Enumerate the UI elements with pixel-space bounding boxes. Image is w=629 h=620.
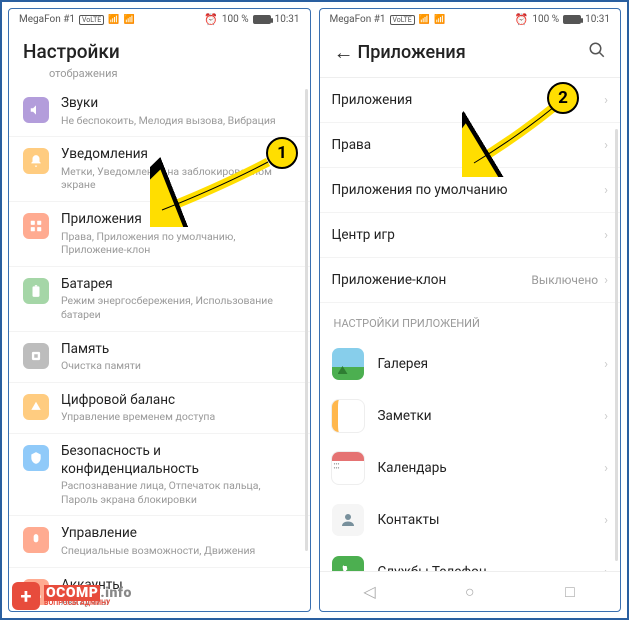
settings-row-balance[interactable]: Цифровой баланс Управление временем дост… (9, 383, 310, 434)
page-header: Настройки (9, 30, 310, 67)
row-subtitle: Режим энергосбережения, Использование ба… (61, 294, 296, 321)
security-icon (23, 445, 49, 471)
balance-icon (23, 394, 49, 420)
page-title: Настройки (23, 40, 296, 63)
sounds-icon (23, 97, 49, 123)
chevron-icon: › (604, 409, 608, 424)
bell-icon (23, 148, 49, 174)
signal-icon: 📶 (419, 15, 430, 25)
battery-icon (563, 15, 581, 24)
search-icon[interactable] (588, 41, 606, 64)
phone-app-icon (332, 556, 364, 571)
wifi-icon: 📶 (434, 15, 445, 25)
row-subtitle: Очистка памяти (61, 359, 296, 373)
logo-subtitle: ВОПРОСЫ АДМИНУ (44, 600, 132, 607)
signal-icon: 📶 (108, 15, 119, 25)
row-subtitle: Не беспокоить, Мелодия вызова, Вибрация (61, 114, 296, 128)
volte-icon: VoLTE (79, 15, 104, 25)
phone-settings: MegaFon #1 VoLTE 📶 📶 ⏰ 100 % 10:31 Настр… (8, 8, 311, 612)
row-label: Приложение-клон (332, 272, 532, 288)
scrollbar[interactable] (305, 89, 308, 551)
site-logo: + OCOMP.info ВОПРОСЫ АДМИНУ (12, 582, 132, 610)
statusbar: MegaFon #1 VoLTE 📶 📶 ⏰ 100 % 10:31 (9, 9, 310, 30)
settings-row-memory[interactable]: Память Очистка памяти (9, 332, 310, 383)
navbar: ◁ ○ □ (320, 571, 621, 611)
settings-row-sounds[interactable]: Звуки Не беспокоить, Мелодия вызова, Виб… (9, 86, 310, 137)
callout-badge-2: 2 (547, 82, 579, 114)
app-row-calendar[interactable]: •••••• Календарь › (320, 442, 621, 494)
settings-row-battery[interactable]: Батарея Режим энергосбережения, Использо… (9, 267, 310, 332)
row-title: Память (61, 341, 296, 359)
callout-arrow-2 (462, 97, 562, 177)
statusbar: MegaFon #1 VoLTE 📶 📶 ⏰ 100 % 10:31 (320, 9, 621, 30)
calendar-app-icon: •••••• (332, 452, 364, 484)
page-title: Приложения (358, 42, 589, 63)
row-title: Звуки (61, 95, 296, 113)
battery-icon (253, 15, 271, 24)
chevron-icon: › (604, 461, 608, 476)
control-icon (23, 527, 49, 553)
row-subtitle: Специальные возможности, Движения (61, 544, 296, 558)
chevron-icon: › (604, 93, 608, 108)
wifi-icon: 📶 (124, 15, 135, 25)
chevron-icon: › (604, 357, 608, 372)
chevron-icon: › (604, 273, 608, 288)
back-icon[interactable]: ← (334, 40, 358, 65)
app-row-gallery[interactable]: Галерея › (320, 338, 621, 390)
row-value: Выключено (531, 273, 598, 287)
alarm-icon: ⏰ (515, 13, 529, 26)
carrier-label: MegaFon #1 (330, 14, 386, 25)
settings-row-control[interactable]: Управление Специальные возможности, Движ… (9, 516, 310, 567)
chevron-icon: › (604, 228, 608, 243)
row-label: Центр игр (332, 227, 605, 243)
row-title: Цифровой баланс (61, 392, 296, 410)
row-subtitle: Права, Приложения по умолчанию, Приложен… (61, 230, 296, 257)
apps-icon (23, 213, 49, 239)
menu-row[interactable]: Приложение-клонВыключено › (320, 258, 621, 303)
chevron-icon: › (604, 513, 608, 528)
app-label: Контакты (378, 512, 591, 528)
settings-row-security[interactable]: Безопасность и конфиденциальность Распоз… (9, 434, 310, 516)
row-title: Безопасность и конфиденциальность (61, 443, 296, 478)
battery-icon (23, 278, 49, 304)
row-label: Приложения по умолчанию (332, 182, 605, 198)
nav-recent[interactable]: □ (520, 572, 620, 611)
chevron-icon: › (604, 138, 608, 153)
notes-app-icon (332, 400, 364, 432)
row-subtitle: Управление временем доступа (61, 410, 296, 424)
memory-icon (23, 343, 49, 369)
clock: 10:31 (275, 14, 300, 25)
row-title: Батарея (61, 276, 296, 294)
nav-back[interactable]: ◁ (320, 572, 420, 611)
scrollbar[interactable] (615, 129, 618, 561)
battery-pct: 100 % (532, 14, 559, 25)
page-header: ← Приложения (320, 30, 621, 78)
subhead: отображения (9, 67, 310, 86)
callout-arrow-1 (150, 152, 280, 227)
nav-home[interactable]: ○ (420, 572, 520, 611)
carrier-label: MegaFon #1 (19, 14, 75, 25)
row-subtitle: Распознавание лица, Отпечаток пальца, Па… (61, 479, 296, 506)
alarm-icon: ⏰ (204, 13, 218, 26)
app-label: Заметки (378, 408, 591, 424)
row-title: Управление (61, 525, 296, 543)
app-label: Службы Телефон (378, 564, 591, 571)
gallery-app-icon (332, 348, 364, 380)
section-header: НАСТРОЙКИ ПРИЛОЖЕНИЙ (320, 303, 621, 338)
chevron-icon: › (604, 183, 608, 198)
menu-row[interactable]: Центр игр› (320, 213, 621, 258)
battery-pct: 100 % (222, 14, 249, 25)
callout-badge-1: 1 (266, 137, 298, 169)
app-row-notes[interactable]: Заметки › (320, 390, 621, 442)
contacts-app-icon (332, 504, 364, 536)
app-label: Галерея (378, 356, 591, 372)
app-label: Календарь (378, 460, 591, 476)
logo-plus-icon: + (12, 582, 40, 610)
clock: 10:31 (585, 14, 610, 25)
app-row-contacts[interactable]: Контакты › (320, 494, 621, 546)
volte-icon: VoLTE (390, 15, 415, 25)
app-row-phone[interactable]: Службы Телефон› (320, 546, 621, 571)
